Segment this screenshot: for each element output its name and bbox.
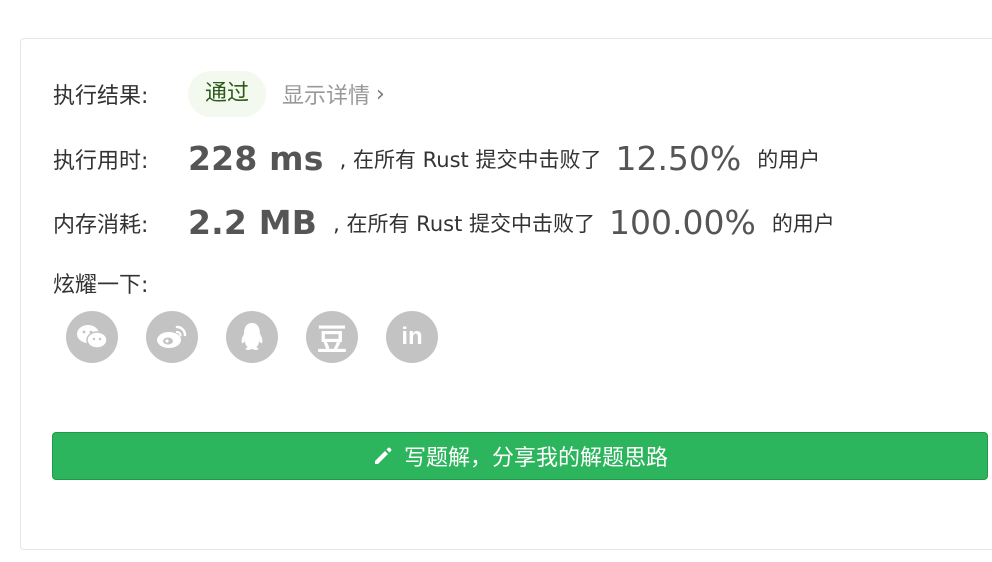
status-badge: 通过 (188, 71, 267, 117)
linkedin-glyph: in (401, 323, 423, 350)
write-solution-button[interactable]: 写题解，分享我的解题思路 (52, 432, 988, 480)
runtime-row: 执行用时: 228 ms , 在所有 Rust 提交中击败了 12.50% 的用… (53, 139, 820, 178)
weibo-icon[interactable] (146, 311, 198, 363)
show-details-label: 显示详情 (282, 84, 371, 109)
douban-glyph: 豆 (317, 323, 347, 358)
runtime-beat-text: , 在所有 Rust 提交中击败了 (339, 147, 602, 172)
pencil-icon (372, 445, 394, 467)
share-label: 炫耀一下: (53, 273, 149, 298)
runtime-tail-text: 的用户 (757, 147, 821, 172)
runtime-label: 执行用时: (53, 148, 149, 174)
memory-label: 内存消耗: (53, 212, 149, 238)
runtime-percent: 12.50% (615, 139, 742, 178)
result-label: 执行结果: (53, 84, 149, 109)
share-row: 炫耀一下: (53, 267, 148, 299)
runtime-value: 228 ms (188, 139, 324, 178)
wechat-icon[interactable] (66, 311, 118, 363)
memory-value: 2.2 MB (188, 203, 318, 242)
result-row: 执行结果: 通过 显示详情 › (53, 71, 385, 117)
chevron-right-icon: › (376, 81, 385, 107)
memory-tail-text: 的用户 (771, 211, 835, 236)
qq-icon[interactable] (226, 311, 278, 363)
memory-beat-text: , 在所有 Rust 提交中击败了 (333, 211, 595, 236)
memory-row: 内存消耗: 2.2 MB , 在所有 Rust 提交中击败了 100.00% 的… (53, 203, 835, 242)
douban-icon[interactable]: 豆 (306, 311, 358, 363)
show-details-link[interactable]: 显示详情 › (282, 78, 385, 110)
write-solution-label: 写题解，分享我的解题思路 (403, 446, 668, 471)
linkedin-icon[interactable]: in (386, 311, 438, 363)
memory-percent: 100.00% (608, 203, 756, 242)
share-icons: 豆 in (66, 311, 466, 363)
submission-result-card: 执行结果: 通过 显示详情 › 执行用时: 228 ms , 在所有 Rust … (20, 38, 992, 550)
